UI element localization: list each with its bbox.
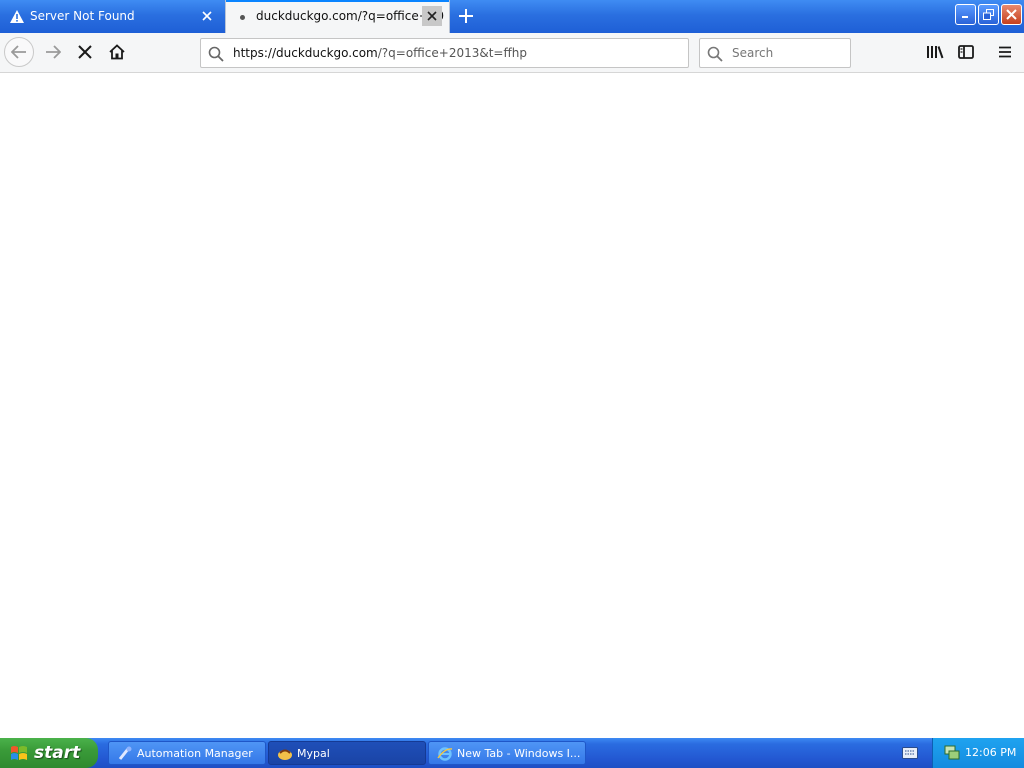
- taskbar-item-label: Automation Manager: [137, 747, 253, 760]
- start-label: start: [34, 743, 81, 763]
- url-bar[interactable]: https://duckduckgo.com/?q=office+2013&t=…: [200, 38, 689, 68]
- forward-button[interactable]: [38, 37, 68, 67]
- minimize-button[interactable]: [955, 4, 976, 25]
- navigation-toolbar: https://duckduckgo.com/?q=office+2013&t=…: [0, 33, 1024, 73]
- plus-icon: [459, 9, 473, 23]
- taskbar-item-automation-manager[interactable]: Automation Manager: [108, 741, 266, 765]
- taskbar: start Automation Manager Mypal New Tab -…: [0, 738, 1024, 768]
- sidebar-icon: [958, 45, 974, 59]
- clock: 12:06 PM: [965, 746, 1017, 759]
- search-bar[interactable]: Search: [699, 38, 851, 68]
- minimize-icon: [962, 16, 968, 18]
- stop-button[interactable]: [70, 37, 100, 67]
- sidebar-button[interactable]: [951, 37, 981, 67]
- home-button[interactable]: [102, 37, 132, 67]
- tab-server-not-found[interactable]: Server Not Found: [0, 0, 222, 33]
- back-button[interactable]: [4, 37, 34, 67]
- search-icon: [707, 46, 723, 62]
- taskbar-item-internet-explorer[interactable]: New Tab - Windows I...: [428, 741, 586, 765]
- tab-duckduckgo[interactable]: duckduckgo.com/?q=office+2013&t=ffhp: [225, 0, 450, 33]
- warning-icon: [10, 10, 24, 23]
- close-icon: [1006, 9, 1017, 20]
- mypal-icon: [278, 749, 292, 760]
- restore-button[interactable]: [978, 4, 999, 25]
- tab-label: Server Not Found: [30, 9, 135, 23]
- search-icon: [208, 46, 224, 62]
- url-text: https://duckduckgo.com/?q=office+2013&t=…: [233, 46, 527, 60]
- taskbar-item-mypal[interactable]: Mypal: [268, 741, 426, 765]
- url-query: /?q=office+2013&t=ffhp: [377, 46, 527, 60]
- library-icon: [927, 46, 944, 59]
- keyboard-icon[interactable]: [902, 747, 918, 759]
- windows-logo-icon: [11, 746, 27, 760]
- back-arrow-icon: [11, 45, 26, 59]
- hamburger-menu-icon: [999, 46, 1011, 58]
- system-tray: 12:06 PM: [932, 738, 1024, 768]
- page-content: [0, 73, 1024, 738]
- automation-icon: [118, 746, 132, 760]
- ie-icon: [437, 747, 453, 761]
- close-window-button[interactable]: [1001, 4, 1022, 25]
- url-host: https://duckduckgo.com: [233, 46, 378, 60]
- forward-arrow-icon: [46, 45, 61, 59]
- library-button[interactable]: [920, 37, 950, 67]
- stop-icon: [78, 45, 92, 59]
- tab-label: duckduckgo.com/?q=office+2013&t=ffhp: [256, 9, 444, 23]
- network-icon[interactable]: [943, 744, 961, 761]
- close-tab-icon[interactable]: [422, 6, 442, 26]
- tab-strip: Server Not Found duckduckgo.com/?q=offic…: [0, 0, 1024, 33]
- loading-dot-icon: [240, 15, 245, 20]
- home-icon: [109, 44, 125, 60]
- start-button[interactable]: start: [0, 738, 98, 768]
- restore-icon: [983, 9, 994, 20]
- taskbar-item-label: Mypal: [297, 747, 330, 760]
- taskbar-item-label: New Tab - Windows I...: [457, 747, 581, 760]
- close-tab-icon[interactable]: [197, 6, 217, 26]
- search-placeholder: Search: [732, 46, 774, 60]
- new-tab-button[interactable]: [455, 5, 477, 27]
- menu-button[interactable]: [990, 37, 1020, 67]
